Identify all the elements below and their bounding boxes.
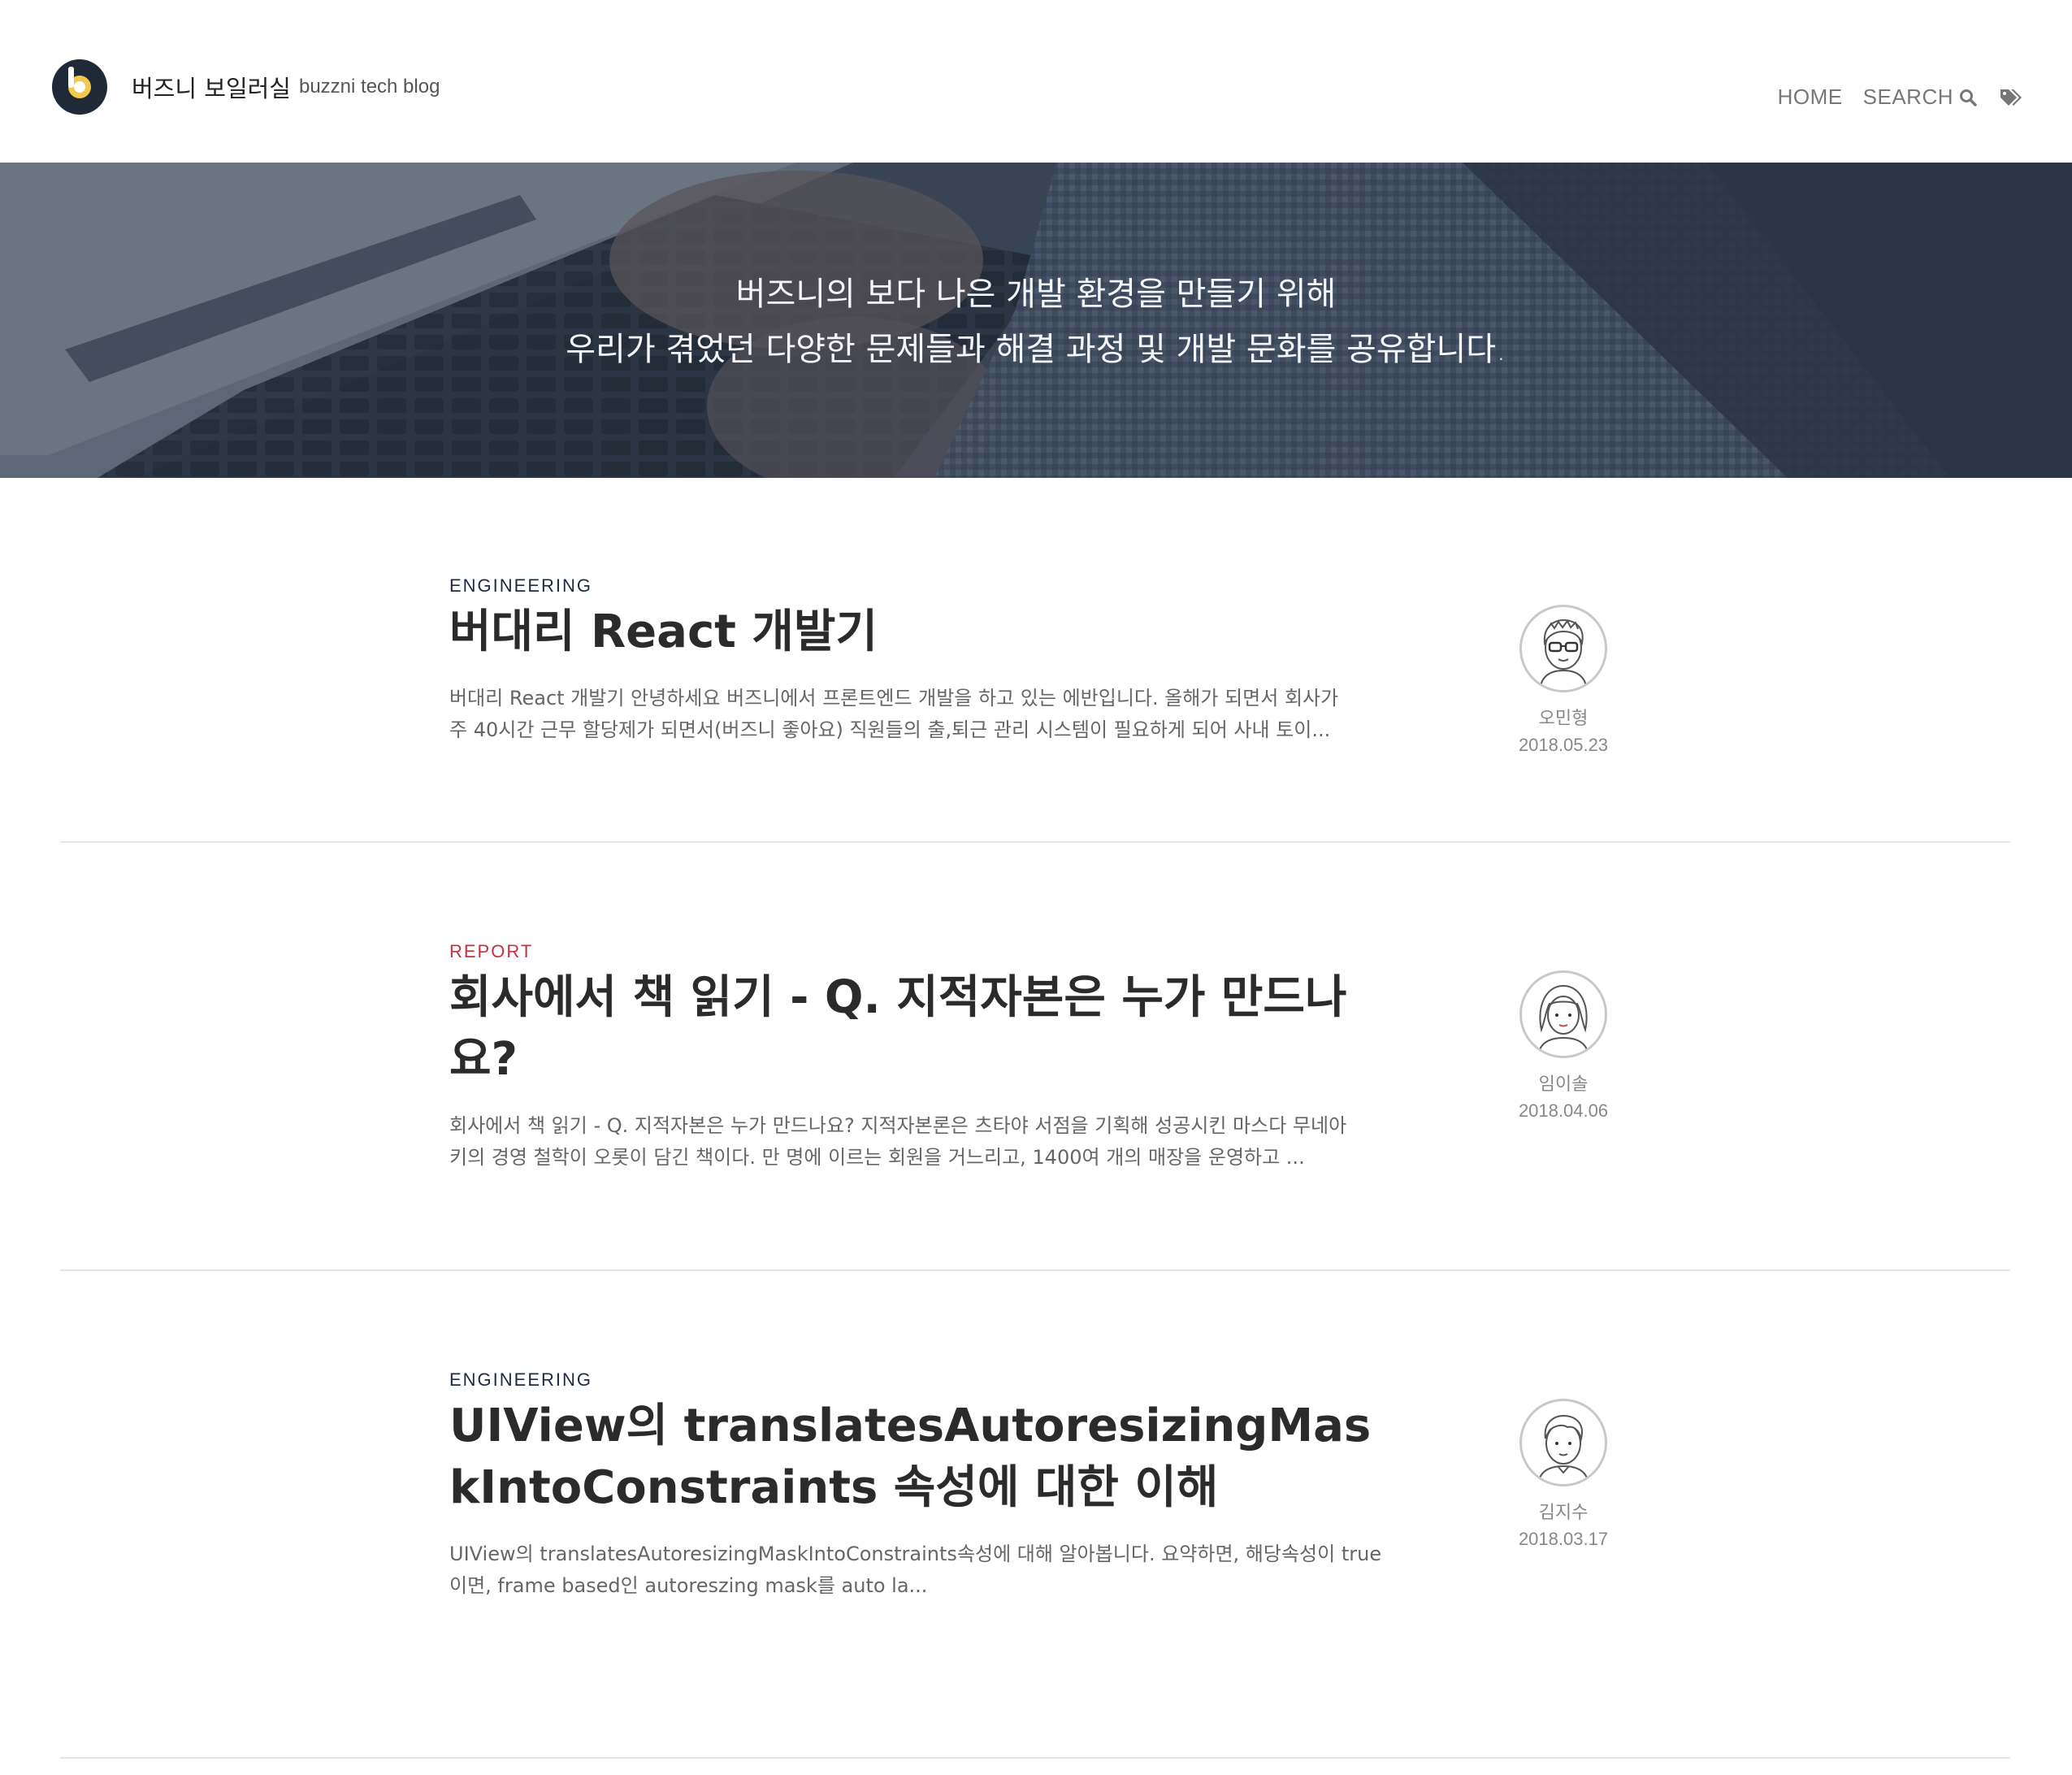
brand-name: 버즈니 보일러실 xyxy=(132,75,291,102)
author-name: 임이솔 xyxy=(1538,1074,1589,1095)
post-body: ENGINEERING UIView의 translatesAutoresizi… xyxy=(449,1369,1384,1602)
post-title[interactable]: 버대리 React 개발기 xyxy=(449,601,1384,663)
post-author: 임이솔 2018.04.06 xyxy=(1519,970,1608,1122)
author-avatar[interactable] xyxy=(1519,970,1607,1058)
post-date: 2018.04.06 xyxy=(1518,1100,1609,1121)
tags-icon xyxy=(1999,88,2023,107)
nav-search-label: SEARCH xyxy=(1862,85,1953,109)
site-header: 버즈니 보일러실 buzzni tech blog HOME SEARCH xyxy=(0,0,2072,163)
post-category[interactable]: REPORT xyxy=(449,941,1384,962)
hero-tagline-line-2: 우리가 겪었던 다양한 문제들과 해결 과정 및 개발 문화를 공유합니다. xyxy=(566,331,1506,368)
post-date: 2018.03.17 xyxy=(1518,1529,1609,1549)
nav-tags-link[interactable] xyxy=(1999,88,2023,107)
post-excerpt-line: 버대리 React 개발기 안녕하세요 버즈니에서 프론트엔드 개발을 하고 있… xyxy=(449,687,1339,710)
hero-tagline: 버즈니의 보다 나은 개발 환경을 만들기 위해 우리가 겪었던 다양한 문제들… xyxy=(0,267,2072,377)
nav-home-link[interactable]: HOME xyxy=(1778,85,1843,110)
buzzni-logo-icon xyxy=(52,59,107,115)
post-body: ENGINEERING 버대리 React 개발기 버대리 React 개발기 … xyxy=(449,575,1384,746)
author-avatar[interactable] xyxy=(1519,1399,1607,1486)
brand-link[interactable]: 버즈니 보일러실 buzzni tech blog xyxy=(52,59,440,115)
hero-banner: 버즈니의 보다 나은 개발 환경을 만들기 위해 우리가 겪었던 다양한 문제들… xyxy=(0,163,2072,478)
post-divider xyxy=(60,1269,2010,1271)
post-category[interactable]: ENGINEERING xyxy=(449,1369,1384,1391)
post-divider xyxy=(60,841,2010,843)
post-excerpt-line: 키의 경영 철학이 오롯이 담긴 책이다. 만 명에 이르는 회원을 거느리고,… xyxy=(449,1146,1305,1169)
search-icon xyxy=(1958,88,1978,107)
brand-subtitle: buzzni tech blog xyxy=(298,76,440,98)
author-name: 김지수 xyxy=(1538,1503,1589,1523)
author-avatar[interactable] xyxy=(1519,605,1607,692)
author-name: 오민형 xyxy=(1538,709,1589,729)
post-excerpt-line: 회사에서 책 읽기 - Q. 지적자본은 누가 만드나요? 지적자본론은 츠타야… xyxy=(449,1114,1347,1137)
post-excerpt-line: 이면, frame based인 autoreszing mask를 auto … xyxy=(449,1574,928,1597)
post-author: 김지수 2018.03.17 xyxy=(1519,1399,1608,1550)
post-title[interactable]: 회사에서 책 읽기 - Q. 지적자본은 누가 만드나요? xyxy=(449,967,1359,1091)
post-body: REPORT 회사에서 책 읽기 - Q. 지적자본은 누가 만드나요? 회사에… xyxy=(449,941,1384,1174)
post-excerpt: UIView의 translatesAutoresizingMaskIntoCo… xyxy=(449,1538,1384,1602)
post-excerpt: 회사에서 책 읽기 - Q. 지적자본은 누가 만드나요? 지적자본론은 츠타야… xyxy=(449,1110,1384,1174)
post-excerpt: 버대리 React 개발기 안녕하세요 버즈니에서 프론트엔드 개발을 하고 있… xyxy=(449,683,1384,746)
post-excerpt-line: 주 40시간 근무 할당제가 되면서(버즈니 좋아요) 직원들의 출,퇴근 관리… xyxy=(449,718,1331,741)
post-divider xyxy=(60,1757,2010,1759)
hero-tagline-line-1: 버즈니의 보다 나은 개발 환경을 만들기 위해 xyxy=(735,276,1337,313)
main-nav: HOME SEARCH xyxy=(1758,85,2023,110)
post-excerpt-line: UIView의 translatesAutoresizingMaskIntoCo… xyxy=(449,1543,1382,1565)
post-title[interactable]: UIView의 translatesAutoresizingMaskIntoCo… xyxy=(449,1395,1384,1519)
nav-search-link[interactable]: SEARCH xyxy=(1863,85,1978,110)
post-author: 오민형 2018.05.23 xyxy=(1519,605,1608,756)
post-category[interactable]: ENGINEERING xyxy=(449,575,1384,597)
post-date: 2018.05.23 xyxy=(1518,735,1609,755)
